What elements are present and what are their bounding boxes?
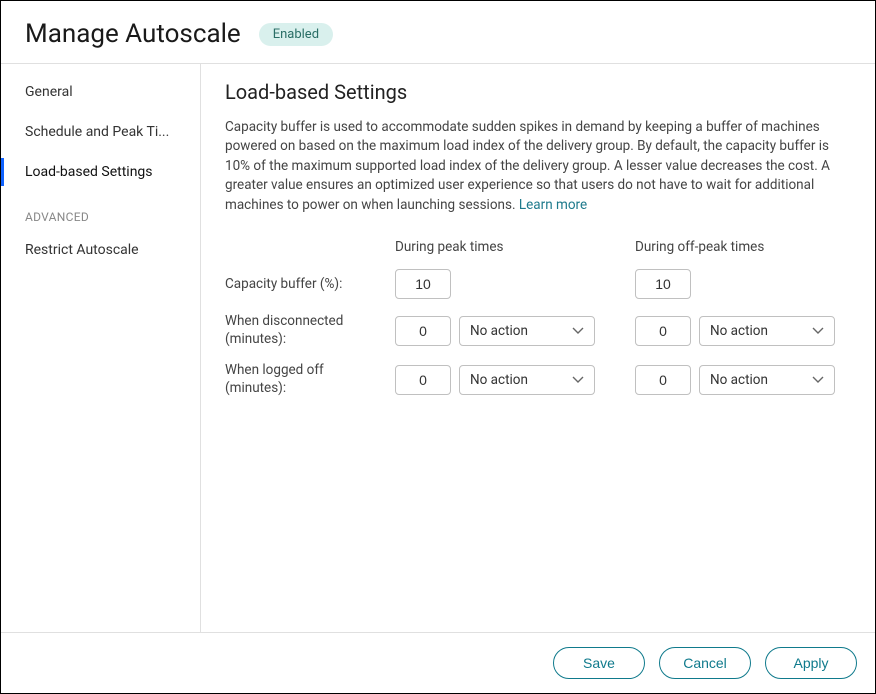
column-header-offpeak: During off-peak times bbox=[635, 239, 835, 255]
row-label-when-disconnected: When disconnected (minutes): bbox=[225, 313, 395, 348]
sidebar-item-general[interactable]: General bbox=[1, 72, 200, 112]
chevron-down-icon bbox=[572, 374, 584, 386]
save-button[interactable]: Save bbox=[553, 647, 645, 679]
capacity-buffer-peak-input[interactable] bbox=[395, 269, 451, 299]
chevron-down-icon bbox=[812, 374, 824, 386]
sidebar-item-restrict-autoscale[interactable]: Restrict Autoscale bbox=[1, 230, 200, 270]
section-description: Capacity buffer is used to accommodate s… bbox=[225, 118, 851, 216]
sidebar: General Schedule and Peak Ti... Load-bas… bbox=[1, 64, 201, 632]
loggedoff-offpeak-minutes-input[interactable] bbox=[635, 365, 691, 395]
dialog-header: Manage Autoscale Enabled bbox=[1, 1, 875, 64]
disconnected-peak-action-select[interactable]: No action bbox=[459, 316, 595, 346]
apply-button[interactable]: Apply bbox=[765, 647, 857, 679]
settings-grid: During peak times During off-peak times … bbox=[225, 239, 851, 397]
capacity-buffer-offpeak-input[interactable] bbox=[635, 269, 691, 299]
chevron-down-icon bbox=[572, 325, 584, 337]
sidebar-item-label: Restrict Autoscale bbox=[25, 242, 139, 258]
row-label-when-logged-off: When logged off (minutes): bbox=[225, 362, 395, 397]
dialog-title: Manage Autoscale bbox=[25, 19, 241, 49]
select-value: No action bbox=[710, 323, 768, 339]
row-label-capacity-buffer: Capacity buffer (%): bbox=[225, 276, 395, 294]
dialog-body: General Schedule and Peak Ti... Load-bas… bbox=[1, 64, 875, 632]
disconnected-peak-minutes-input[interactable] bbox=[395, 316, 451, 346]
sidebar-item-load-based[interactable]: Load-based Settings bbox=[1, 152, 200, 192]
dialog-footer: Save Cancel Apply bbox=[1, 632, 875, 693]
disconnected-offpeak-minutes-input[interactable] bbox=[635, 316, 691, 346]
disconnected-offpeak-action-select[interactable]: No action bbox=[699, 316, 835, 346]
status-badge: Enabled bbox=[259, 23, 333, 46]
select-value: No action bbox=[470, 372, 528, 388]
chevron-down-icon bbox=[812, 325, 824, 337]
section-heading: Load-based Settings bbox=[225, 80, 851, 104]
loggedoff-peak-minutes-input[interactable] bbox=[395, 365, 451, 395]
select-value: No action bbox=[710, 372, 768, 388]
sidebar-item-label: General bbox=[25, 84, 73, 100]
learn-more-link[interactable]: Learn more bbox=[519, 197, 587, 213]
select-value: No action bbox=[470, 323, 528, 339]
sidebar-item-schedule-peak[interactable]: Schedule and Peak Ti... bbox=[1, 112, 200, 152]
sidebar-section-advanced: ADVANCED bbox=[1, 192, 200, 230]
cancel-button[interactable]: Cancel bbox=[659, 647, 751, 679]
loggedoff-offpeak-action-select[interactable]: No action bbox=[699, 365, 835, 395]
sidebar-item-label: Schedule and Peak Ti... bbox=[25, 124, 169, 140]
column-header-peak: During peak times bbox=[395, 239, 595, 255]
sidebar-item-label: Load-based Settings bbox=[25, 164, 153, 180]
main-panel: Load-based Settings Capacity buffer is u… bbox=[201, 64, 875, 632]
loggedoff-peak-action-select[interactable]: No action bbox=[459, 365, 595, 395]
